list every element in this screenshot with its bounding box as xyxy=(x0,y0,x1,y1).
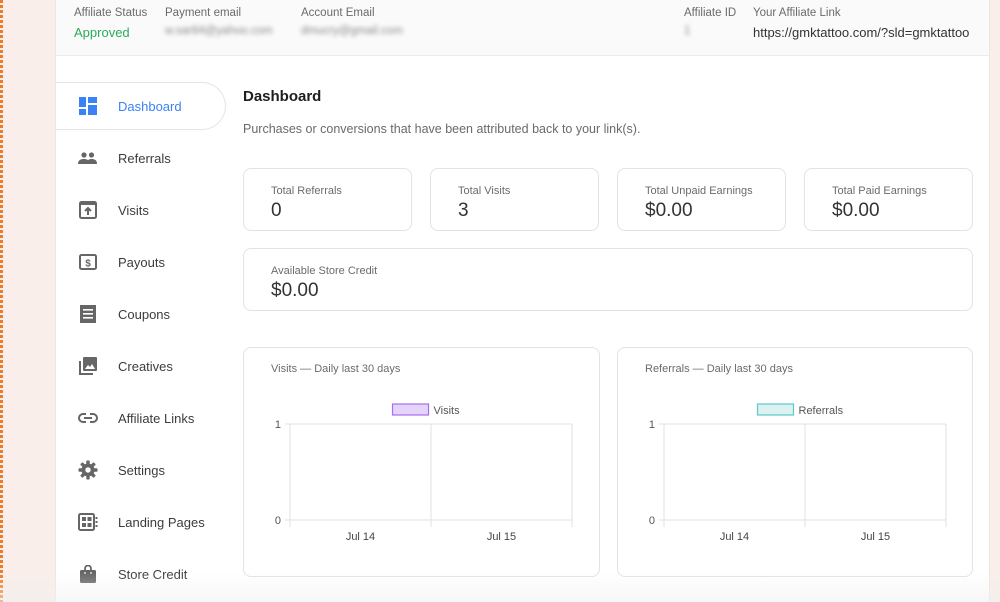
stat-card-store-credit: Available Store Credit $0.00 xyxy=(243,248,973,311)
stat-card-total-paid-earnings: Total Paid Earnings $0.00 xyxy=(804,168,973,231)
stat-value: 0 xyxy=(271,200,282,221)
account-email-value: dmucry@gmail.com xyxy=(301,25,403,37)
affiliate-id-value: 1 xyxy=(684,25,691,37)
sidebar-item-visits[interactable]: Visits xyxy=(56,184,226,236)
affiliate-link-value[interactable]: https://gmktattoo.com/?sld=gmktattoo xyxy=(753,25,969,40)
link-icon xyxy=(78,408,98,428)
page-title: Dashboard xyxy=(243,88,322,105)
affiliate-id-field: Affiliate ID 1 xyxy=(684,7,736,37)
sidebar-item-label: Affiliate Links xyxy=(118,410,195,426)
sidebar-item-referrals[interactable]: Referrals xyxy=(56,132,226,184)
gear-icon xyxy=(78,460,98,480)
sidebar-item-payouts[interactable]: $ Payouts xyxy=(56,236,226,288)
y-tick-label: 0 xyxy=(649,515,655,527)
stat-label: Available Store Credit xyxy=(271,265,378,277)
x-tick-label: Jul 15 xyxy=(487,531,516,543)
affiliate-id-label: Affiliate ID xyxy=(684,7,737,19)
x-tick-label: Jul 14 xyxy=(720,531,749,543)
sidebar-item-coupons[interactable]: Coupons xyxy=(56,288,226,340)
stat-card-total-unpaid-earnings: Total Unpaid Earnings $0.00 xyxy=(617,168,786,231)
account-email-field: Account Email dmucry@gmail.com xyxy=(301,7,403,37)
y-tick-label: 0 xyxy=(275,515,281,527)
legend-label: Visits xyxy=(434,405,461,417)
sidebar-item-store-credit[interactable]: Store Credit xyxy=(56,548,226,600)
x-tick-label: Jul 14 xyxy=(346,531,375,543)
payment-email-value: w.sar84@yahoo.com xyxy=(165,25,273,37)
svg-text:$: $ xyxy=(85,259,91,270)
visits-chart: Visits 0 1 Jul 14 Jul 15 xyxy=(275,403,573,543)
page-edge-decoration xyxy=(0,0,3,602)
affiliate-portal-panel: Affiliate Status Approved Payment email … xyxy=(55,0,990,602)
sidebar-item-label: Landing Pages xyxy=(118,514,205,530)
sidebar-item-landing-pages[interactable]: Landing Pages xyxy=(56,496,226,548)
sidebar-item-dashboard[interactable]: Dashboard xyxy=(56,82,226,130)
account-email-label: Account Email xyxy=(301,7,375,19)
affiliate-status-field: Affiliate Status Approved xyxy=(74,7,147,40)
sidebar-nav: Dashboard Referrals Visits $ Payouts Cou… xyxy=(56,80,226,600)
dollar-bill-icon: $ xyxy=(78,252,98,272)
legend-label: Referrals xyxy=(799,405,844,417)
affiliate-info-header: Affiliate Status Approved Payment email … xyxy=(56,0,989,56)
sidebar-item-label: Coupons xyxy=(118,306,171,322)
stat-value: $0.00 xyxy=(645,200,693,221)
visits-chart-card: Visits — Daily last 30 days Visits 0 1 Jul … xyxy=(243,347,600,577)
stat-value: $0.00 xyxy=(271,280,319,301)
affiliate-link-label: Your Affiliate Link xyxy=(753,7,841,19)
people-icon xyxy=(78,148,98,168)
sidebar-item-label: Referrals xyxy=(118,150,171,166)
landing-page-icon xyxy=(78,512,98,532)
page-description: Purchases or conversions that have been … xyxy=(243,122,641,136)
stat-label: Total Paid Earnings xyxy=(832,185,927,197)
stat-card-total-referrals: Total Referrals 0 xyxy=(243,168,412,231)
x-tick-label: Jul 15 xyxy=(861,531,890,543)
sidebar-item-settings[interactable]: Settings xyxy=(56,444,226,496)
referrals-chart: Referrals 0 1 Jul 14 Jul 15 xyxy=(649,403,947,543)
sidebar-item-label: Dashboard xyxy=(118,98,182,114)
y-tick-label: 1 xyxy=(275,419,281,431)
sidebar-item-label: Settings xyxy=(118,462,165,478)
sidebar-item-affiliate-links[interactable]: Affiliate Links xyxy=(56,392,226,444)
payment-email-label: Payment email xyxy=(165,7,242,19)
stat-label: Total Unpaid Earnings xyxy=(645,185,753,197)
stat-value: 3 xyxy=(458,200,469,221)
stat-label: Total Referrals xyxy=(271,185,342,197)
dashboard-icon xyxy=(78,96,98,116)
affiliate-status-label: Affiliate Status xyxy=(74,7,148,19)
referrals-chart-card: Referrals — Daily last 30 days Referrals… xyxy=(617,347,973,577)
shopping-bag-icon xyxy=(78,564,98,584)
image-stack-icon xyxy=(78,356,98,376)
receipt-icon xyxy=(78,304,98,324)
sidebar-item-creatives[interactable]: Creatives xyxy=(56,340,226,392)
sidebar-item-label: Store Credit xyxy=(118,566,188,582)
legend-swatch xyxy=(756,403,795,416)
sidebar-item-label: Payouts xyxy=(118,254,165,270)
upload-window-icon xyxy=(78,200,98,220)
sidebar-item-label: Creatives xyxy=(118,358,173,374)
stat-label: Total Visits xyxy=(458,185,511,197)
stat-value: $0.00 xyxy=(832,200,880,221)
legend-swatch xyxy=(391,403,430,416)
sidebar-item-label: Visits xyxy=(118,202,149,218)
stat-card-total-visits: Total Visits 3 xyxy=(430,168,599,231)
y-tick-label: 1 xyxy=(649,419,655,431)
affiliate-status-value: Approved xyxy=(74,25,130,40)
affiliate-link-field: Your Affiliate Link https://gmktattoo.co… xyxy=(753,7,969,40)
payment-email-field: Payment email w.sar84@yahoo.com xyxy=(165,7,273,37)
